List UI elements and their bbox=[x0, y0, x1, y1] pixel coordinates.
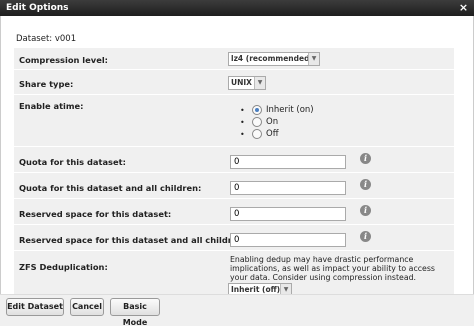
info-icon[interactable]: i bbox=[360, 153, 371, 164]
info-icon[interactable]: i bbox=[360, 205, 371, 216]
share-type-label: Share type: bbox=[19, 79, 74, 89]
compression-label: Compression level: bbox=[19, 55, 108, 65]
row-share-type: Share type: UNIX ▼ bbox=[14, 69, 454, 94]
share-type-select[interactable]: UNIX ▼ bbox=[228, 76, 266, 90]
info-icon[interactable]: i bbox=[360, 179, 371, 190]
row-quota-children: Quota for this dataset and all children:… bbox=[14, 172, 454, 198]
row-atime: Enable atime: • Inherit (on) • On • Off bbox=[14, 94, 454, 146]
dialog-title: Edit Options bbox=[6, 3, 69, 13]
share-type-value: UNIX bbox=[231, 78, 252, 87]
compression-value: lz4 (recommended) bbox=[231, 54, 313, 63]
quota-input[interactable] bbox=[230, 155, 346, 169]
reserved-label: Reserved space for this dataset: bbox=[19, 209, 172, 219]
quota-children-label: Quota for this dataset and all children: bbox=[19, 183, 202, 193]
compression-select[interactable]: lz4 (recommended) ▼ bbox=[228, 52, 320, 66]
reserved-children-input[interactable] bbox=[230, 233, 346, 247]
atime-label: Enable atime: bbox=[19, 101, 84, 111]
close-icon[interactable]: × bbox=[458, 2, 469, 14]
dedup-value: Inherit (off) bbox=[231, 285, 281, 294]
row-reserved-children: Reserved space for this dataset and all … bbox=[14, 224, 454, 250]
dedup-warning: Enabling dedup may have drastic performa… bbox=[230, 255, 435, 282]
dedup-label: ZFS Deduplication: bbox=[19, 262, 108, 272]
quota-label: Quota for this dataset: bbox=[19, 157, 126, 167]
chevron-down-icon: ▼ bbox=[308, 53, 319, 65]
options-form: Compression level: lz4 (recommended) ▼ S… bbox=[14, 47, 454, 297]
row-quota: Quota for this dataset: i bbox=[14, 146, 454, 172]
dataset-label: Dataset: v001 bbox=[16, 34, 77, 44]
edit-dataset-button[interactable]: Edit Dataset bbox=[6, 298, 64, 316]
row-compression: Compression level: lz4 (recommended) ▼ bbox=[14, 47, 454, 69]
cancel-button[interactable]: Cancel bbox=[70, 298, 104, 316]
row-dedup: ZFS Deduplication: Enabling dedup may ha… bbox=[14, 250, 454, 297]
basic-mode-button[interactable]: Basic Mode bbox=[110, 298, 160, 326]
info-icon[interactable]: i bbox=[360, 231, 371, 242]
radio-on[interactable] bbox=[252, 117, 262, 127]
chevron-down-icon: ▼ bbox=[254, 77, 265, 89]
row-reserved: Reserved space for this dataset: i bbox=[14, 198, 454, 224]
radio-off[interactable] bbox=[252, 129, 262, 139]
dialog-titlebar: Edit Options × bbox=[0, 0, 474, 16]
quota-children-input[interactable] bbox=[230, 181, 346, 195]
radio-inherit[interactable] bbox=[252, 105, 262, 115]
reserved-input[interactable] bbox=[230, 207, 346, 221]
reserved-children-label: Reserved space for this dataset and all … bbox=[19, 235, 247, 245]
